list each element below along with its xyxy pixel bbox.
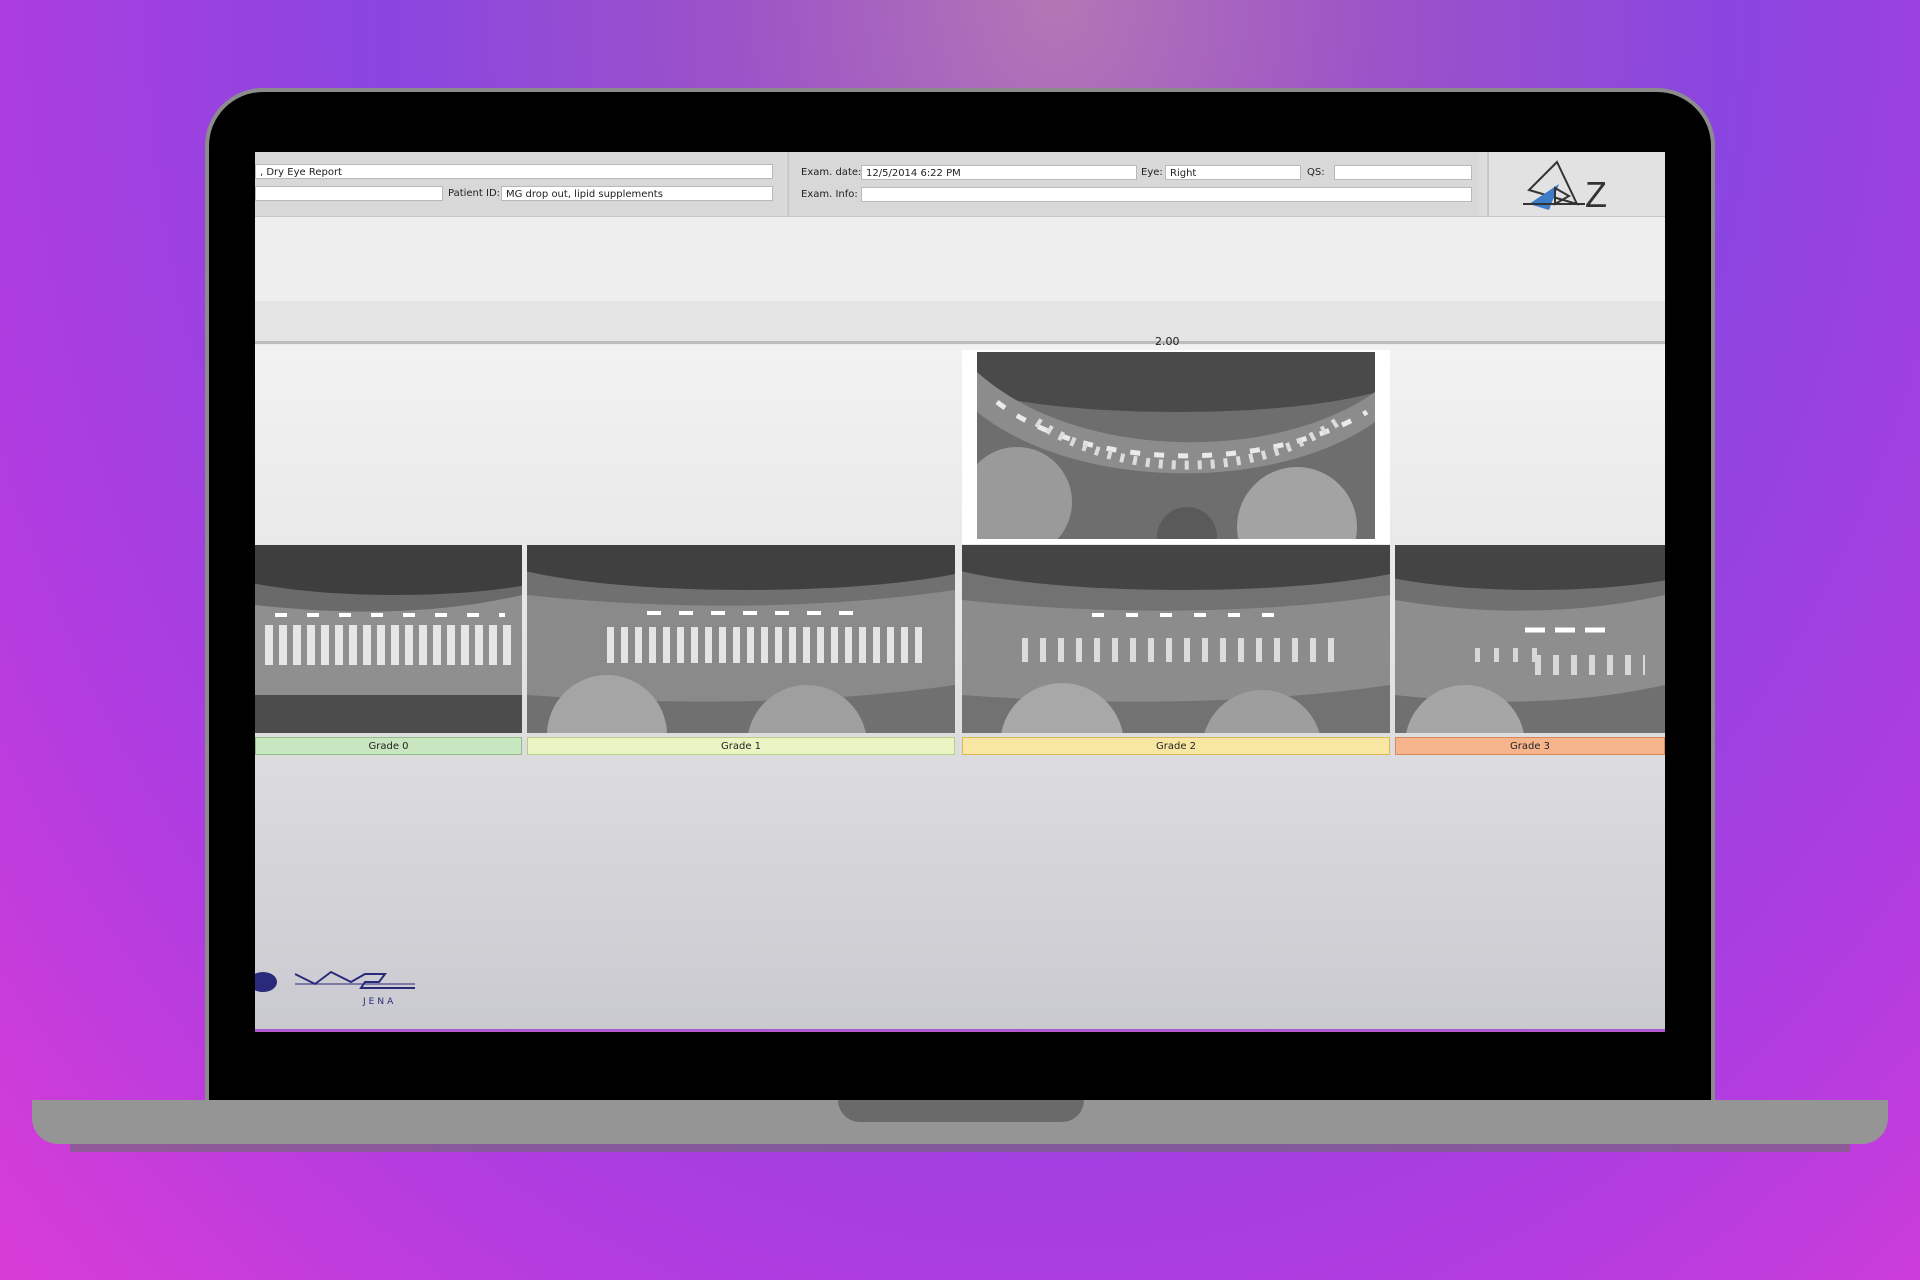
eye-label: Eye: bbox=[1141, 167, 1163, 178]
svg-text:JENA: JENA bbox=[362, 997, 396, 1007]
exam-date-label: Exam. date: bbox=[801, 167, 862, 178]
app-screen: , Dry Eye Report Patient ID: MG drop out… bbox=[255, 152, 1665, 1032]
grade-2-button[interactable]: Grade 2 bbox=[962, 737, 1390, 755]
vis-jena-logo-icon: JENA bbox=[255, 970, 415, 1007]
exam-date-field[interactable]: 12/5/2014 6:22 PM bbox=[861, 165, 1137, 180]
patient-id-label: Patient ID: bbox=[448, 188, 501, 199]
grade-1-reference-image[interactable] bbox=[527, 545, 955, 733]
qs-field[interactable] bbox=[1334, 165, 1472, 180]
exam-panel: Exam. date: 12/5/2014 6:22 PM Eye: Right… bbox=[787, 152, 1479, 216]
report-header: , Dry Eye Report Patient ID: MG drop out… bbox=[255, 152, 1665, 257]
grade-0-reference-image[interactable] bbox=[255, 545, 522, 733]
patient-name-field[interactable] bbox=[255, 186, 443, 201]
eye-field[interactable]: Right bbox=[1165, 165, 1301, 180]
patient-meibography-image[interactable] bbox=[977, 352, 1375, 539]
scale-bar bbox=[255, 301, 1665, 344]
grade-2-reference-image[interactable] bbox=[962, 545, 1390, 733]
exam-info-label: Exam. Info: bbox=[801, 189, 858, 200]
qs-label: QS: bbox=[1307, 167, 1325, 178]
grade-3-reference-image[interactable] bbox=[1395, 545, 1665, 733]
toolbar-area bbox=[255, 217, 1665, 301]
exam-info-field[interactable] bbox=[861, 187, 1472, 202]
grade-0-button[interactable]: Grade 0 bbox=[255, 737, 522, 755]
laptop-base-shadow bbox=[70, 1144, 1850, 1152]
logo-panel: Z OC bbox=[1487, 152, 1665, 257]
laptop-notch bbox=[838, 1100, 1084, 1122]
patient-id-field[interactable]: MG drop out, lipid supplements bbox=[501, 186, 773, 201]
report-title-field[interactable]: , Dry Eye Report bbox=[255, 164, 773, 179]
patient-panel: , Dry Eye Report Patient ID: MG drop out… bbox=[255, 152, 785, 216]
grade-3-button[interactable]: Grade 3 bbox=[1395, 737, 1665, 755]
screen-bottom-edge bbox=[255, 1029, 1665, 1032]
zeiss-star-icon bbox=[1523, 160, 1585, 210]
grade-1-button[interactable]: Grade 1 bbox=[527, 737, 955, 755]
